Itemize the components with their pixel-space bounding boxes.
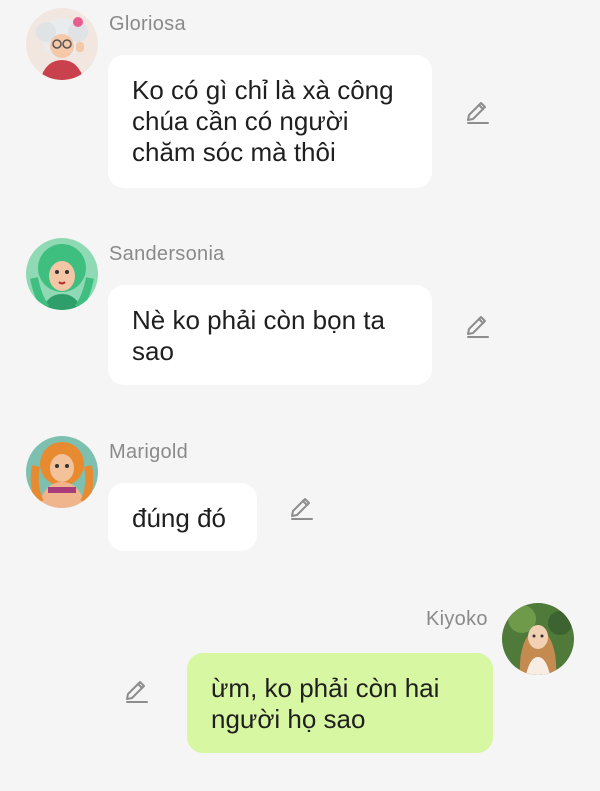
message-text: Nè ko phải còn bọn ta sao bbox=[132, 305, 385, 366]
message-text: ừm, ko phải còn hai người họ sao bbox=[211, 673, 440, 734]
edit-pencil-icon[interactable] bbox=[464, 99, 492, 127]
sender-name: Marigold bbox=[109, 441, 189, 463]
sender-name: Gloriosa bbox=[109, 13, 186, 35]
sender-name: Sandersonia bbox=[109, 243, 225, 265]
message-bubble[interactable]: đúng đó bbox=[108, 483, 257, 551]
edit-pencil-icon[interactable] bbox=[464, 313, 492, 341]
message-bubble[interactable]: Nè ko phải còn bọn ta sao bbox=[108, 285, 432, 385]
message-text: đúng đó bbox=[132, 503, 226, 533]
message-text: Ko có gì chỉ là xà công chúa cần có ngườ… bbox=[132, 75, 394, 167]
avatar-sandersonia[interactable] bbox=[26, 238, 98, 310]
chat-thread: Gloriosa Ko có gì chỉ là xà công chúa cầ… bbox=[0, 0, 600, 791]
sender-name: Kiyoko bbox=[426, 608, 488, 630]
edit-pencil-icon[interactable] bbox=[288, 495, 316, 523]
message-bubble[interactable]: Ko có gì chỉ là xà công chúa cần có ngườ… bbox=[108, 55, 432, 188]
avatar-gloriosa[interactable] bbox=[26, 8, 98, 80]
edit-pencil-icon[interactable] bbox=[123, 678, 151, 706]
message-bubble[interactable]: ừm, ko phải còn hai người họ sao bbox=[187, 653, 493, 753]
avatar-kiyoko[interactable] bbox=[502, 603, 574, 675]
avatar-marigold[interactable] bbox=[26, 436, 98, 508]
